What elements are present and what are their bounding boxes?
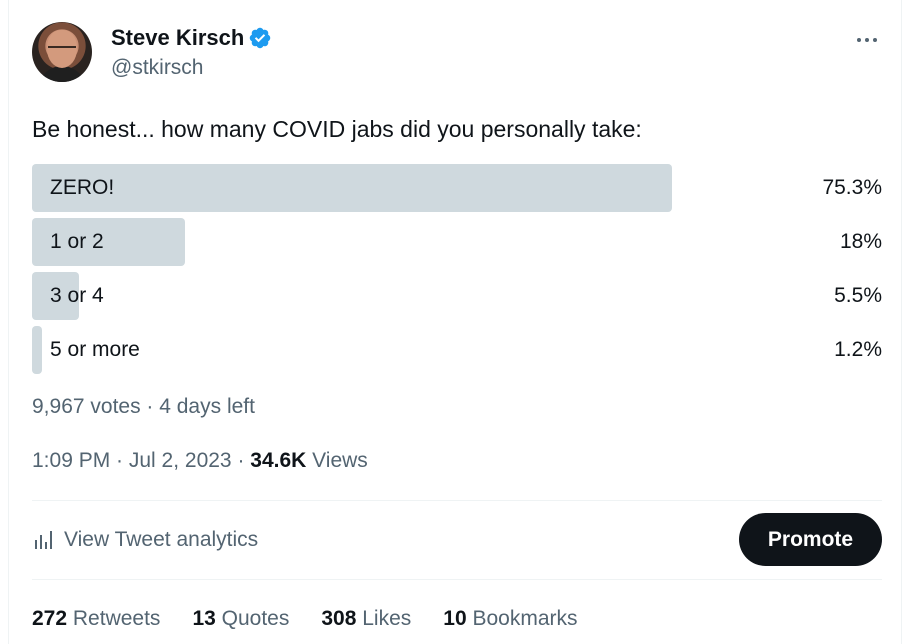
quotes-label: Quotes [221, 607, 290, 630]
author-name[interactable]: Steve Kirsch [111, 24, 244, 52]
likes-stat[interactable]: 308 Likes [321, 605, 411, 633]
bookmarks-stat[interactable]: 10 Bookmarks [443, 605, 577, 633]
avatar-glasses [48, 46, 76, 56]
poll-option: 5 or more 1.2% [32, 326, 882, 374]
engagement-stats: 272 Retweets 13 Quotes 308 Likes 10 Book… [32, 605, 578, 633]
verified-badge-icon[interactable] [248, 26, 272, 50]
promote-button[interactable]: Promote [739, 513, 882, 566]
view-analytics-label[interactable]: View Tweet analytics [64, 528, 258, 552]
poll-option-label: 3 or 4 [50, 284, 104, 307]
quotes-count: 13 [192, 607, 216, 630]
bar-chart-icon [32, 528, 56, 552]
timestamp-link[interactable]: 1:09 PM · Jul 2, 2023 · [32, 449, 250, 472]
author-handle[interactable]: @stkirsch [111, 55, 204, 81]
more-dot [865, 38, 869, 42]
author-name-row[interactable]: Steve Kirsch [111, 24, 272, 52]
tweet-timestamp: 1:09 PM · Jul 2, 2023 · 34.6K Views [32, 447, 368, 475]
poll-meta: 9,967 votes · 4 days left [32, 395, 255, 418]
tweet-text: Be honest... how many COVID jabs did you… [32, 116, 642, 142]
poll-option-label: 1 or 2 [50, 230, 104, 253]
poll-option-label: ZERO! [50, 176, 115, 199]
divider [32, 579, 882, 580]
poll-option: 1 or 2 18% [32, 218, 882, 266]
more-dot [873, 38, 877, 42]
poll-option: ZERO! 75.3% [32, 164, 882, 212]
poll-option-percent: 5.5% [834, 284, 882, 307]
poll-option: 3 or 4 5.5% [32, 272, 882, 320]
poll-option-label: 5 or more [50, 338, 140, 361]
poll: ZERO! 75.3% 1 or 2 18% 3 or 4 5.5% 5 or … [32, 164, 882, 380]
poll-option-percent: 1.2% [834, 338, 882, 361]
more-options-icon[interactable] [852, 26, 882, 54]
poll-result-bar [32, 164, 673, 212]
views-label: Views [306, 449, 368, 472]
poll-option-percent: 18% [839, 230, 882, 253]
avatar[interactable] [32, 22, 92, 82]
retweets-label: Retweets [72, 607, 161, 630]
retweets-stat[interactable]: 272 Retweets [32, 605, 160, 633]
avatar-shirt [38, 66, 86, 82]
retweets-count: 272 [32, 607, 68, 630]
bookmarks-label: Bookmarks [472, 607, 578, 630]
likes-count: 308 [321, 607, 357, 630]
poll-option-percent: 75.3% [822, 176, 882, 199]
tweet-header: Steve Kirsch @stkirsch [32, 22, 882, 84]
more-dot [857, 38, 861, 42]
views-count: 34.6K [250, 449, 307, 472]
bookmarks-count: 10 [443, 607, 467, 630]
likes-label: Likes [362, 607, 412, 630]
view-analytics-link[interactable]: View Tweet analytics [32, 501, 258, 579]
poll-result-bar [32, 326, 43, 374]
analytics-row: View Tweet analytics Promote [32, 501, 882, 579]
quotes-stat[interactable]: 13 Quotes [192, 605, 289, 633]
